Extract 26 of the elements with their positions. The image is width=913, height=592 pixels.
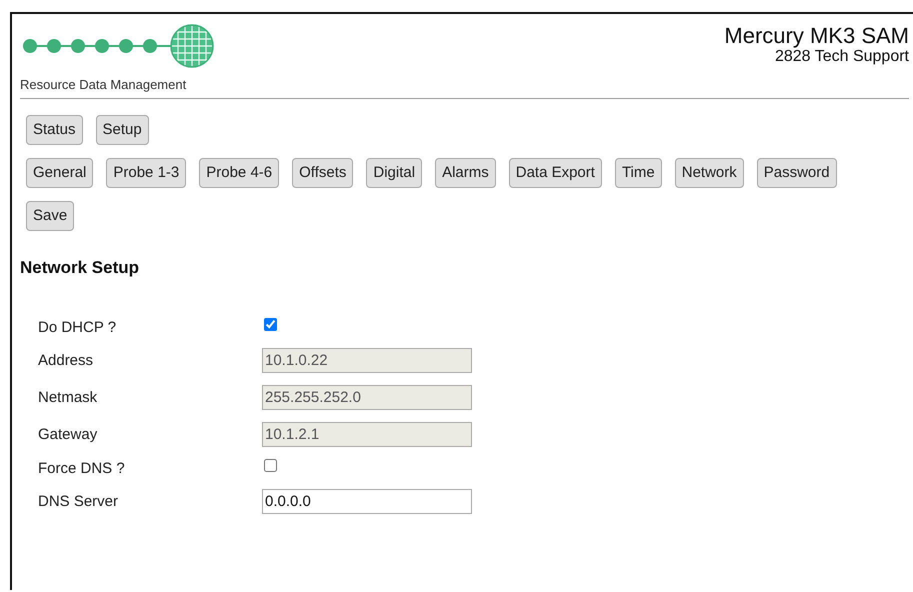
field-label: Address bbox=[38, 352, 94, 369]
nav-button[interactable]: Probe 4-6 bbox=[199, 158, 280, 188]
nav-button[interactable]: Probe 1-3 bbox=[106, 158, 186, 188]
checkbox[interactable] bbox=[264, 318, 277, 331]
nav-button[interactable]: Setup bbox=[96, 115, 149, 145]
nav-button[interactable]: Network bbox=[674, 158, 744, 188]
field-label: Netmask bbox=[38, 389, 98, 406]
device-title: Mercury MK3 SAM bbox=[724, 24, 909, 48]
nav-button[interactable]: Password bbox=[756, 158, 837, 188]
nav-button[interactable]: Digital bbox=[366, 158, 422, 188]
field-label: Do DHCP ? bbox=[38, 318, 118, 336]
section-title: Network Setup bbox=[20, 258, 140, 278]
site-name: 2828 Tech Support bbox=[774, 48, 909, 66]
nav-button[interactable]: Offsets bbox=[292, 158, 354, 188]
nav-button[interactable]: Alarms bbox=[435, 158, 496, 188]
nav-button[interactable]: General bbox=[26, 158, 94, 188]
input-field[interactable]: 0.0.0.0 bbox=[262, 489, 472, 514]
field-label: DNS Server bbox=[38, 493, 120, 510]
nav-button[interactable]: Save bbox=[26, 201, 74, 231]
nav-button[interactable]: Data Export bbox=[508, 158, 602, 188]
nav-button[interactable]: Time bbox=[614, 158, 662, 188]
field-label: Force DNS ? bbox=[38, 460, 126, 476]
brand-name: Resource Data Management bbox=[20, 77, 188, 92]
nav-button[interactable]: Status bbox=[26, 115, 83, 145]
field-label: Gateway bbox=[38, 426, 98, 443]
checkbox[interactable] bbox=[264, 459, 277, 472]
